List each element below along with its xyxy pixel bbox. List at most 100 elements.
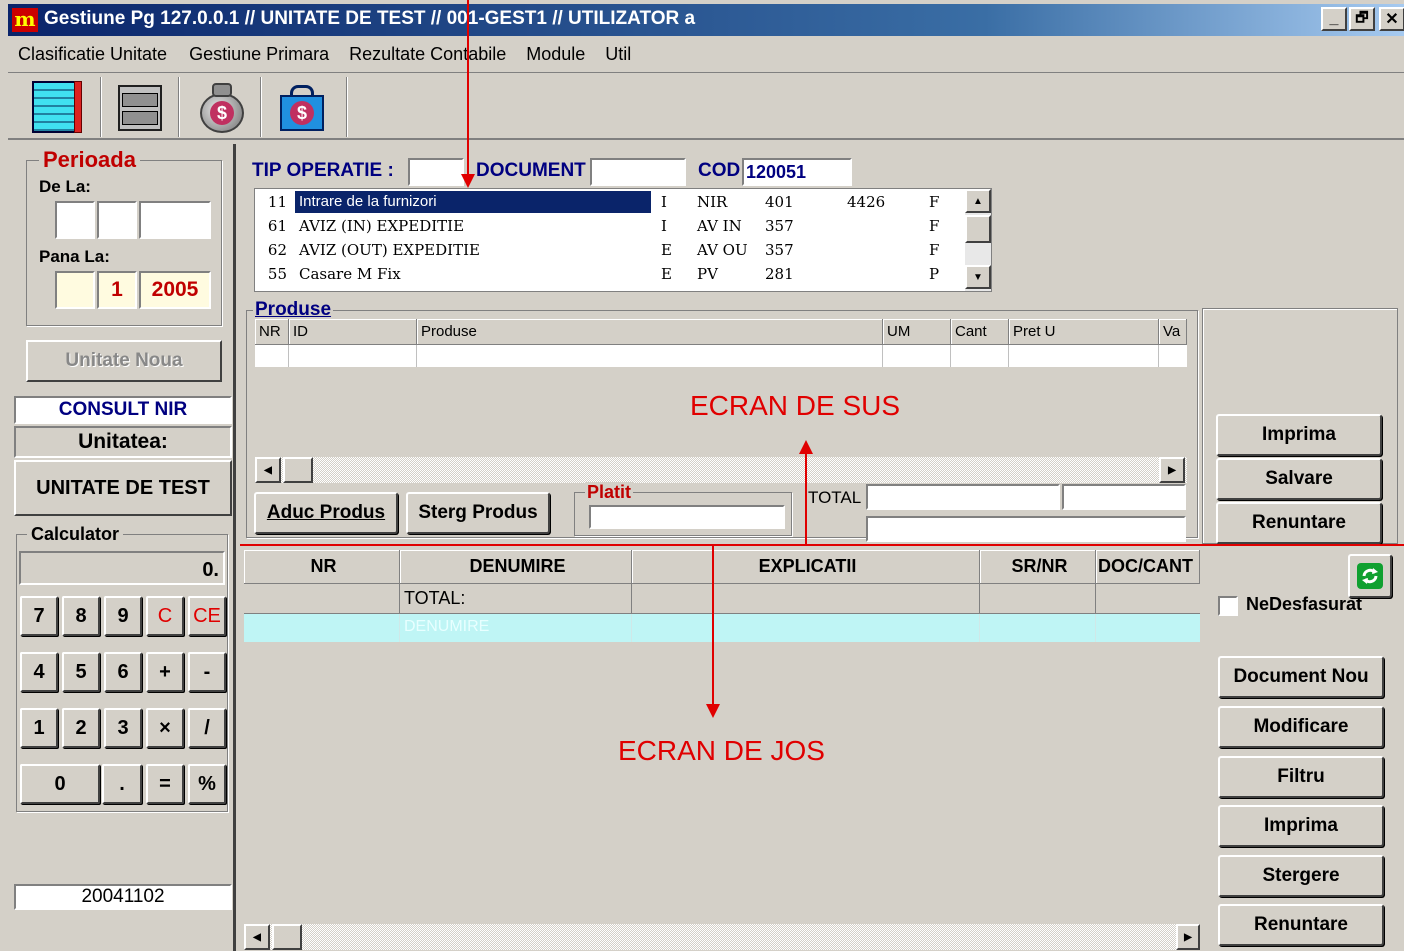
col-cant[interactable]: Cant [951, 319, 1009, 345]
bottom-total-row[interactable]: TOTAL: [244, 584, 1200, 614]
imprima-bottom-button[interactable]: Imprima [1218, 805, 1384, 847]
scroll-up-button[interactable]: ▲ [965, 189, 991, 213]
arrow-down-head [706, 704, 720, 718]
platit-input[interactable] [589, 505, 785, 529]
restore-button[interactable]: 🗗 [1349, 7, 1375, 31]
close-button[interactable]: ✕ [1379, 7, 1404, 31]
de-la-day-input[interactable] [55, 201, 95, 239]
calc-key[interactable]: . [102, 764, 142, 804]
calc-key[interactable]: + [146, 652, 184, 692]
pana-la-month-input[interactable]: 1 [97, 271, 137, 309]
stergere-button[interactable]: Stergere [1218, 855, 1384, 897]
menu-module[interactable]: Module [526, 44, 585, 65]
col-nr[interactable]: NR [255, 319, 289, 345]
calc-key[interactable]: = [146, 764, 184, 804]
total-input-1[interactable] [866, 484, 1060, 510]
calc-key[interactable]: × [146, 708, 184, 748]
menu-gestiune-primara[interactable]: Gestiune Primara [189, 44, 329, 65]
total-input-3[interactable] [866, 516, 1186, 542]
operation-row[interactable]: 61 AVIZ (IN) EXPEDITIE I AV IN 357 F [255, 215, 963, 239]
col-bottom-explicatii[interactable]: EXPLICATII [632, 550, 980, 584]
col-um[interactable]: UM [883, 319, 951, 345]
bottom-hscrollbar[interactable]: ◀ ▶ [244, 924, 1200, 950]
menu-rezultate-contabile[interactable]: Rezultate Contabile [349, 44, 506, 65]
cod-input[interactable]: 120051 [742, 158, 852, 186]
produse-grid[interactable]: NR ID Produse UM Cant Pret U Va ◀ ▶ [255, 319, 1187, 483]
calc-key[interactable]: 4 [20, 652, 58, 692]
filtru-button[interactable]: Filtru [1218, 756, 1384, 798]
renuntare-top-button[interactable]: Renuntare [1216, 502, 1382, 544]
document-nou-button[interactable]: Document Nou [1218, 656, 1384, 698]
minimize-button[interactable]: _ [1321, 7, 1347, 31]
de-la-year-input[interactable] [139, 201, 211, 239]
col-produse[interactable]: Produse [417, 319, 883, 345]
arrow-top-line [467, 0, 469, 178]
calc-key[interactable]: 0 [20, 764, 100, 804]
bottom-scroll-left-button[interactable]: ◀ [244, 924, 270, 950]
produse-header: NR ID Produse UM Cant Pret U Va [255, 319, 1187, 345]
calc-key[interactable]: 1 [20, 708, 58, 748]
calc-key[interactable]: 5 [62, 652, 100, 692]
calc-key[interactable]: - [188, 652, 226, 692]
operations-list[interactable]: 11 Intrare de la furnizori I NIR 401 4426 F 61 A… [254, 188, 992, 292]
bottom-selected-row[interactable]: DENUMIRE [244, 614, 1200, 642]
renuntare-bottom-button[interactable]: Renuntare [1218, 904, 1384, 946]
calc-key[interactable]: CE [188, 596, 226, 636]
calc-key[interactable]: 9 [104, 596, 142, 636]
col-valoare[interactable]: Va [1159, 319, 1187, 345]
produse-hscrollbar[interactable]: ◀ ▶ [255, 457, 1187, 483]
operation-cell-a: 281 [765, 265, 794, 283]
operation-row[interactable]: 11 Intrare de la furnizori I NIR 401 4426 F [255, 191, 963, 215]
calc-key[interactable]: / [188, 708, 226, 748]
calc-key[interactable]: % [188, 764, 226, 804]
scroll-left-button[interactable]: ◀ [255, 457, 281, 483]
total-input-2[interactable] [1062, 484, 1186, 510]
col-pret-u[interactable]: Pret U [1009, 319, 1159, 345]
aduc-produs-button[interactable]: Aduc Produs [254, 492, 398, 534]
scroll-right-button[interactable]: ▶ [1159, 457, 1185, 483]
operation-row[interactable]: 55 Casare M Fix E PV 281 P [255, 263, 963, 287]
operation-cell-a: 357 [765, 217, 794, 235]
col-bottom-sr-nr[interactable]: SR/NR [980, 550, 1096, 584]
bottom-hscroll-thumb[interactable] [272, 924, 302, 950]
col-bottom-nr[interactable]: NR [244, 550, 400, 584]
col-id[interactable]: ID [289, 319, 417, 345]
unitate-noua-button[interactable]: Unitate Noua [26, 340, 222, 382]
calc-key[interactable]: 3 [104, 708, 142, 748]
pana-la-day-input[interactable] [55, 271, 95, 309]
col-bottom-doc-cant[interactable]: DOC/CANT [1096, 550, 1200, 584]
money-bag-icon[interactable]: $ [194, 81, 250, 135]
menu-clasificatie-unitate[interactable]: Clasificatie Unitate [18, 44, 167, 65]
cabinet-icon[interactable] [112, 81, 168, 135]
cash-box-icon[interactable]: $ [274, 81, 330, 135]
salvare-button[interactable]: Salvare [1216, 458, 1382, 500]
de-la-month-input[interactable] [97, 201, 137, 239]
tip-operatie-input[interactable] [408, 158, 464, 186]
operation-row[interactable]: 62 AVIZ (OUT) EXPEDITIE E AV OU 357 F [255, 239, 963, 263]
imprima-top-button[interactable]: Imprima [1216, 414, 1382, 456]
document-label: DOCUMENT [476, 160, 586, 181]
document-input[interactable] [590, 158, 686, 186]
notebook-icon[interactable] [28, 81, 84, 135]
modificare-button[interactable]: Modificare [1218, 706, 1384, 748]
operation-cell-name: AVIZ (OUT) EXPEDITIE [299, 241, 480, 259]
calc-key[interactable]: 6 [104, 652, 142, 692]
scroll-down-button[interactable]: ▼ [965, 265, 991, 289]
bottom-scroll-right-button[interactable]: ▶ [1176, 924, 1200, 950]
sterg-produs-button[interactable]: Sterg Produs [406, 492, 550, 534]
menu-util[interactable]: Util [605, 44, 631, 65]
nedesfasurat-checkbox[interactable] [1218, 596, 1238, 616]
calc-key[interactable]: 7 [20, 596, 58, 636]
refresh-button[interactable] [1348, 554, 1392, 598]
operations-scrollbar[interactable]: ▲ ▼ [965, 189, 991, 291]
scroll-thumb[interactable] [965, 215, 991, 243]
consult-nir-label[interactable]: CONSULT NIR [14, 396, 232, 424]
pana-la-year-input[interactable]: 2005 [139, 271, 211, 309]
calc-key[interactable]: C [146, 596, 184, 636]
calc-key[interactable]: 8 [62, 596, 100, 636]
hscroll-thumb[interactable] [283, 457, 313, 483]
produse-empty-row[interactable] [255, 345, 1187, 367]
operation-cell-nr: 55 [267, 265, 287, 283]
col-bottom-denumire[interactable]: DENUMIRE [400, 550, 632, 584]
calc-key[interactable]: 2 [62, 708, 100, 748]
